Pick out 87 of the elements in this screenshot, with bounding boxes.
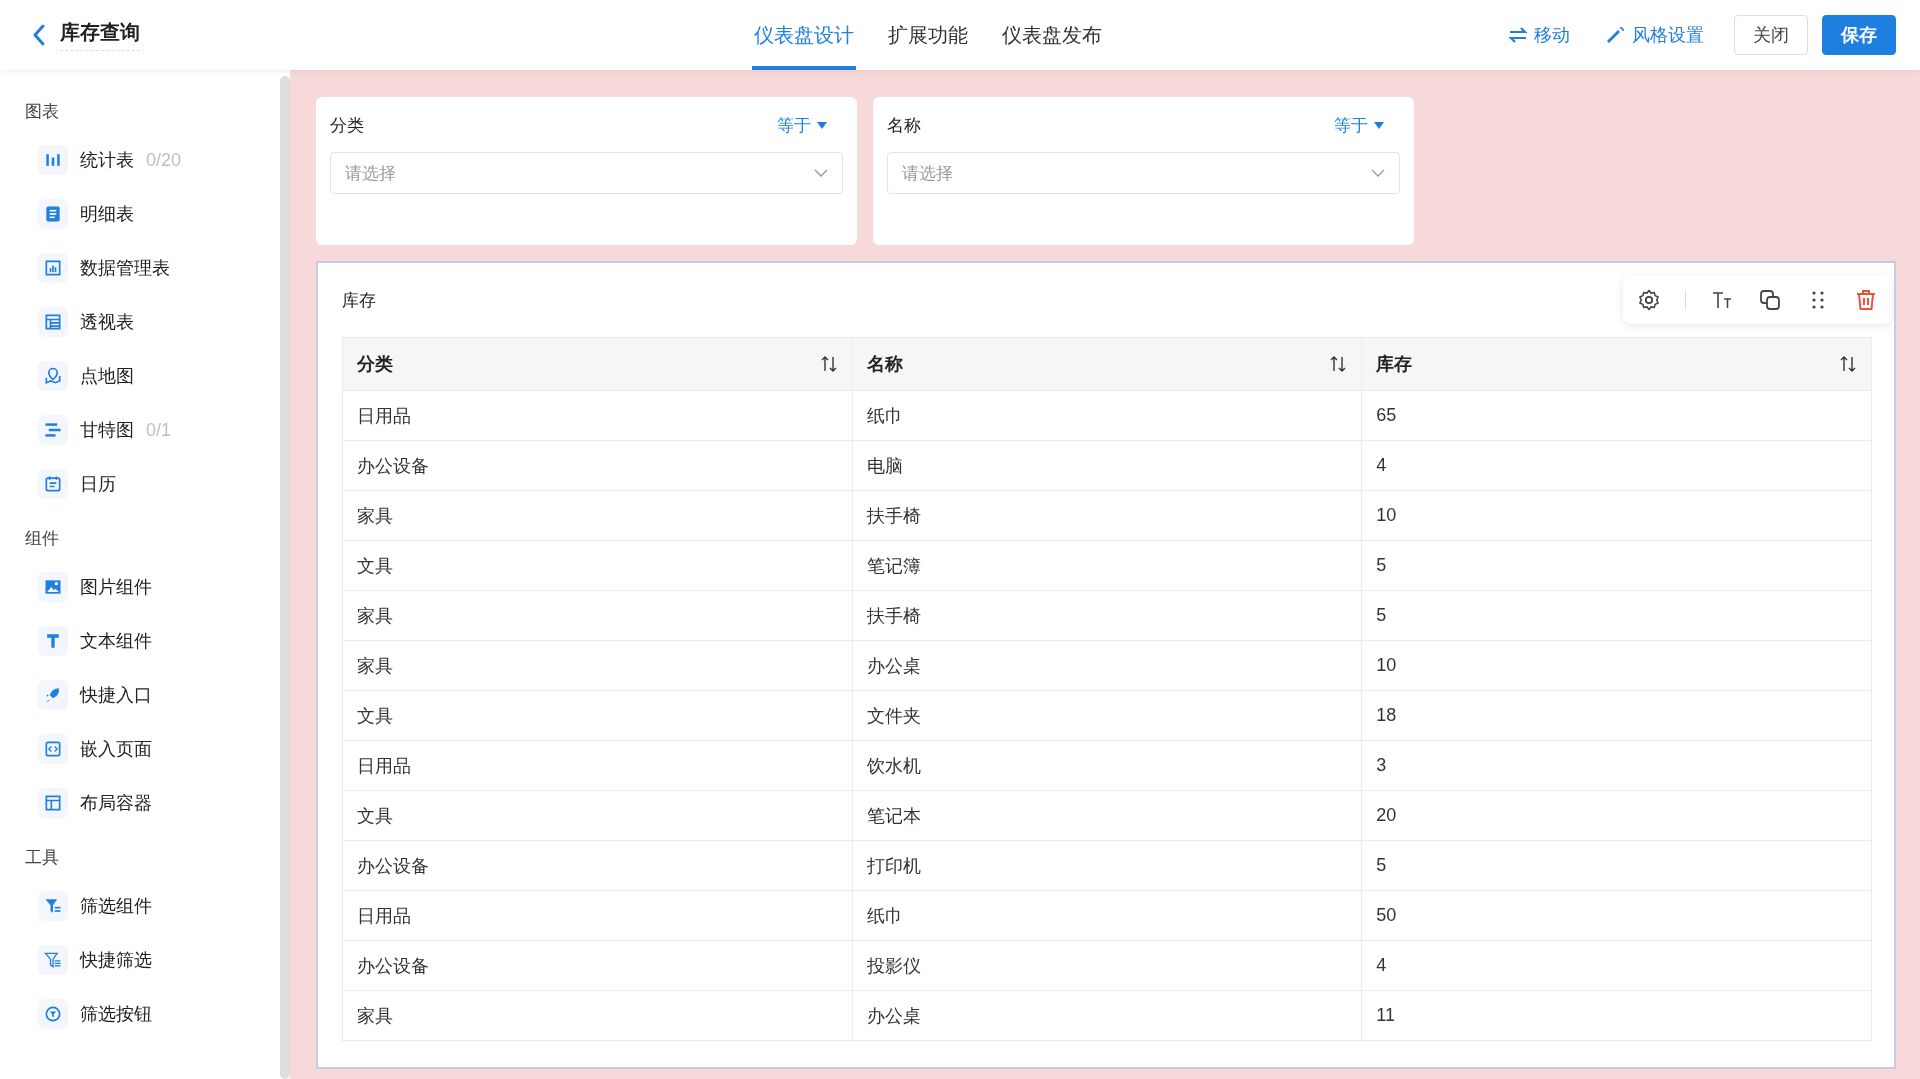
chevron-down-icon <box>814 169 828 177</box>
table-cell: 文具 <box>342 790 853 841</box>
table-cell: 3 <box>1361 740 1872 791</box>
table-cell: 文件夹 <box>852 690 1362 741</box>
sidebar-item[interactable]: 甘特图 0/1 <box>0 403 270 457</box>
sidebar-item[interactable]: 筛选按钮 <box>0 987 270 1041</box>
sort-icon[interactable] <box>1839 355 1857 373</box>
usage-count: 0/20 <box>146 149 182 171</box>
settings-icon[interactable] <box>1637 288 1661 312</box>
sidebar-item[interactable]: 图片组件 <box>0 560 270 614</box>
table-cell: 电脑 <box>852 440 1362 491</box>
table-cell: 5 <box>1361 840 1872 891</box>
delete-icon[interactable] <box>1854 288 1878 312</box>
table-cell: 笔记簿 <box>852 540 1362 591</box>
table-cell: 日用品 <box>342 890 853 941</box>
table-cell: 办公设备 <box>342 440 853 491</box>
close-button[interactable]: 关闭 <box>1734 15 1808 55</box>
table-cell: 65 <box>1361 390 1872 441</box>
chevron-down-icon <box>1371 169 1385 177</box>
sidebar-item[interactable]: 数据管理表 <box>0 241 270 295</box>
sidebar-item[interactable]: 统计表 0/20 <box>0 133 270 187</box>
page-title: 库存查询 <box>60 19 140 51</box>
section-heading: 工具 <box>24 847 60 869</box>
filter-label: 名称 <box>887 115 921 137</box>
sidebar-item[interactable]: 快捷筛选 <box>0 933 270 987</box>
table-cell: 家具 <box>342 590 853 641</box>
section-heading: 组件 <box>24 528 60 550</box>
sidebar-item[interactable]: 明细表 <box>0 187 270 241</box>
table-cell: 文具 <box>342 540 853 591</box>
table-cell: 扶手椅 <box>852 490 1362 541</box>
sort-icon[interactable] <box>819 355 838 373</box>
column-header[interactable]: 库存 <box>1361 337 1872 391</box>
tab[interactable]: 仪表盘发布 <box>1000 0 1104 70</box>
table-cell: 投影仪 <box>852 940 1362 991</box>
table-cell: 4 <box>1361 940 1872 991</box>
operator-dropdown[interactable]: 等于 <box>1328 113 1390 138</box>
table-cell: 5 <box>1361 590 1872 641</box>
column-header[interactable]: 名称 <box>852 337 1362 391</box>
sidebar-item[interactable]: 嵌入页面 <box>0 722 270 776</box>
table-cell: 50 <box>1361 890 1872 941</box>
table-cell: 10 <box>1361 640 1872 691</box>
sidebar-item[interactable]: 点地图 <box>0 349 270 403</box>
magic-wand-icon <box>1606 25 1626 45</box>
table-cell: 办公设备 <box>342 940 853 991</box>
sidebar-item[interactable]: 快捷入口 <box>0 668 270 722</box>
usage-count: 0/1 <box>146 419 172 441</box>
table-cell: 10 <box>1361 490 1872 541</box>
table-cell: 4 <box>1361 440 1872 491</box>
sidebar-item[interactable]: 透视表 <box>0 295 270 349</box>
section-heading: 图表 <box>24 101 60 123</box>
sidebar-item[interactable]: 布局容器 <box>0 776 270 830</box>
table-cell: 文具 <box>342 690 853 741</box>
table-cell: 家具 <box>342 490 853 541</box>
table-cell: 18 <box>1361 690 1872 741</box>
sidebar-item[interactable]: 文本组件 <box>0 614 270 668</box>
filter-label: 分类 <box>330 115 364 137</box>
tab[interactable]: 扩展功能 <box>886 0 970 70</box>
table-cell: 饮水机 <box>852 740 1362 791</box>
table-cell: 办公桌 <box>852 990 1362 1041</box>
copy-icon[interactable] <box>1758 288 1782 312</box>
action-link[interactable]: 风格设置 <box>1600 22 1710 48</box>
sort-icon[interactable] <box>1329 355 1348 373</box>
save-button[interactable]: 保存 <box>1822 15 1896 55</box>
table-cell: 5 <box>1361 540 1872 591</box>
table-cell: 20 <box>1361 790 1872 841</box>
caret-icon <box>1374 121 1384 130</box>
table-cell: 笔记本 <box>852 790 1362 841</box>
table-cell: 办公桌 <box>852 640 1362 691</box>
column-header[interactable]: 分类 <box>342 337 853 391</box>
sidebar-item[interactable]: 筛选组件 <box>0 879 270 933</box>
table-cell: 扶手椅 <box>852 590 1362 641</box>
caret-icon <box>817 121 827 130</box>
table-cell: 打印机 <box>852 840 1362 891</box>
table-cell: 日用品 <box>342 390 853 441</box>
action-link[interactable]: 移动 <box>1502 22 1576 48</box>
table-cell: 11 <box>1361 990 1872 1041</box>
table-cell: 日用品 <box>342 740 853 791</box>
swap-arrows-icon <box>1508 25 1528 45</box>
table-cell: 家具 <box>342 990 853 1041</box>
table-cell: 纸巾 <box>852 890 1362 941</box>
back-icon[interactable] <box>32 23 46 47</box>
table-cell: 纸巾 <box>852 390 1362 441</box>
table-cell: 家具 <box>342 640 853 691</box>
sidebar-item[interactable]: 日历 <box>0 457 270 511</box>
table-title: 库存 <box>342 289 376 312</box>
table-cell: 办公设备 <box>342 840 853 891</box>
operator-dropdown[interactable]: 等于 <box>771 113 833 138</box>
